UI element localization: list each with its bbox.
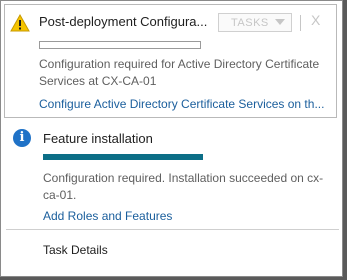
notification-title: Feature installation (43, 131, 153, 146)
task-details-link[interactable]: Task Details (43, 243, 108, 257)
divider (6, 229, 339, 230)
add-roles-and-features-link[interactable]: Add Roles and Features (43, 209, 172, 223)
notification-title: Post-deployment Configura... (39, 14, 208, 29)
configure-adcs-link[interactable]: Configure Active Directory Certificate S… (39, 97, 324, 111)
tasks-label: TASKS (231, 17, 269, 29)
tasks-dropdown-button[interactable]: TASKS (218, 13, 292, 32)
info-icon: i (13, 129, 31, 147)
progress-bar (39, 41, 201, 49)
progress-bar (43, 154, 203, 160)
chevron-down-icon (275, 19, 285, 25)
warning-icon (10, 14, 30, 32)
separator (300, 15, 301, 31)
notifications-popup: Post-deployment Configura... TASKS X Con… (0, 0, 343, 277)
notification-description: Configuration required for Active Direct… (39, 57, 320, 88)
close-icon[interactable]: X (311, 12, 320, 28)
notification-description: Configuration required. Installation suc… (43, 171, 324, 202)
